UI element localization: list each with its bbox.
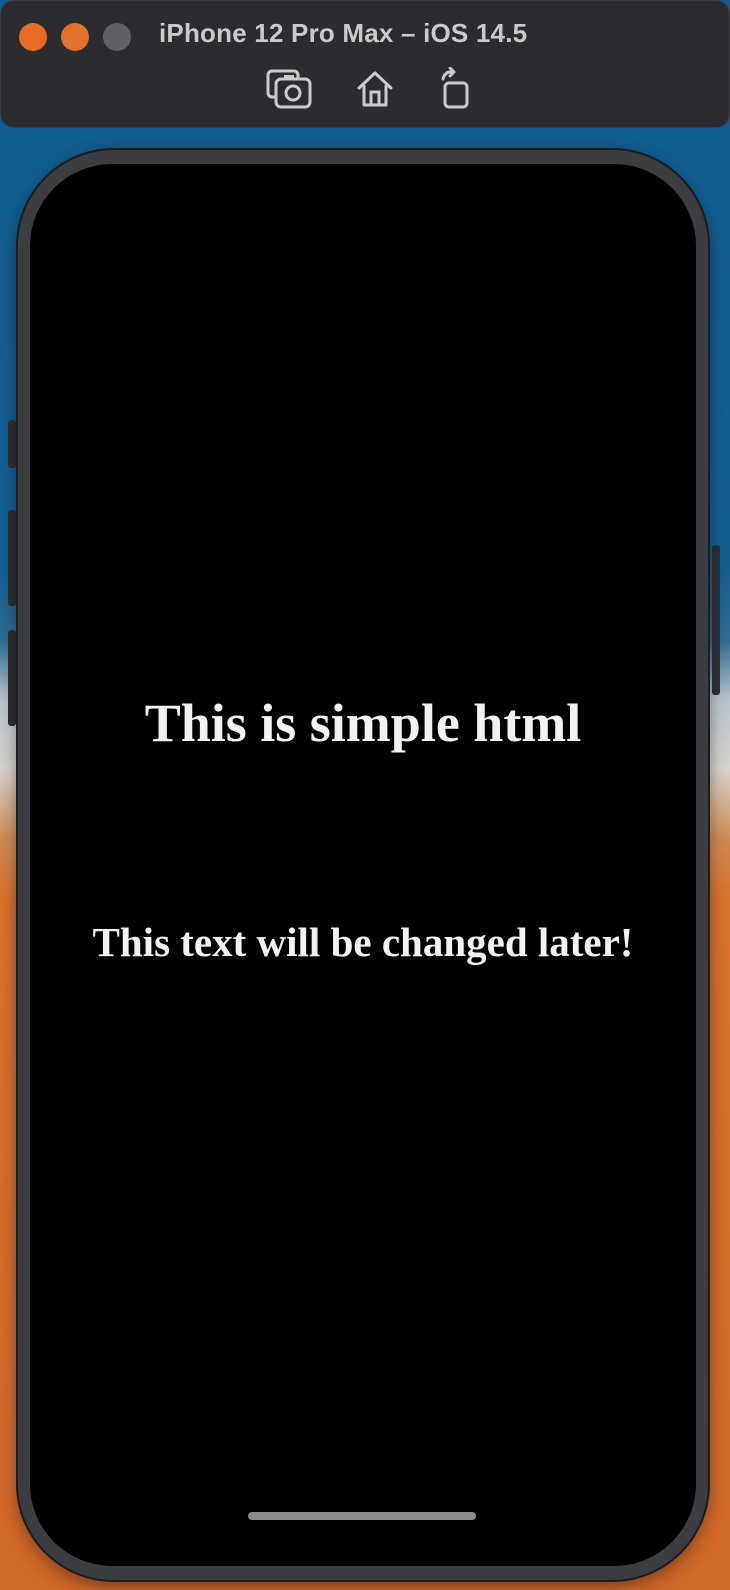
volume-up-button — [8, 510, 16, 606]
home-icon — [357, 71, 393, 107]
window-title: iPhone 12 Pro Max – iOS 14.5 — [159, 18, 528, 48]
simulator-titlebar: iPhone 12 Pro Max – iOS 14.5 — [0, 0, 730, 128]
zoom-window-button[interactable] — [103, 23, 131, 51]
camera-icon — [266, 69, 312, 109]
close-window-button[interactable] — [19, 23, 47, 51]
volume-down-button — [8, 630, 16, 726]
home-indicator[interactable] — [248, 1512, 476, 1520]
home-button[interactable] — [349, 63, 401, 115]
minimize-window-button[interactable] — [61, 23, 89, 51]
side-power-button — [712, 545, 720, 695]
page-paragraph: This text will be changed later! — [92, 919, 634, 965]
rotate-icon — [441, 67, 469, 109]
screenshot-button[interactable] — [263, 63, 315, 115]
page-heading: This is simple html — [144, 693, 582, 753]
rotate-button[interactable] — [429, 63, 481, 115]
silent-switch — [8, 420, 16, 468]
device-screen[interactable]: This is simple html This text will be ch… — [30, 164, 696, 1566]
